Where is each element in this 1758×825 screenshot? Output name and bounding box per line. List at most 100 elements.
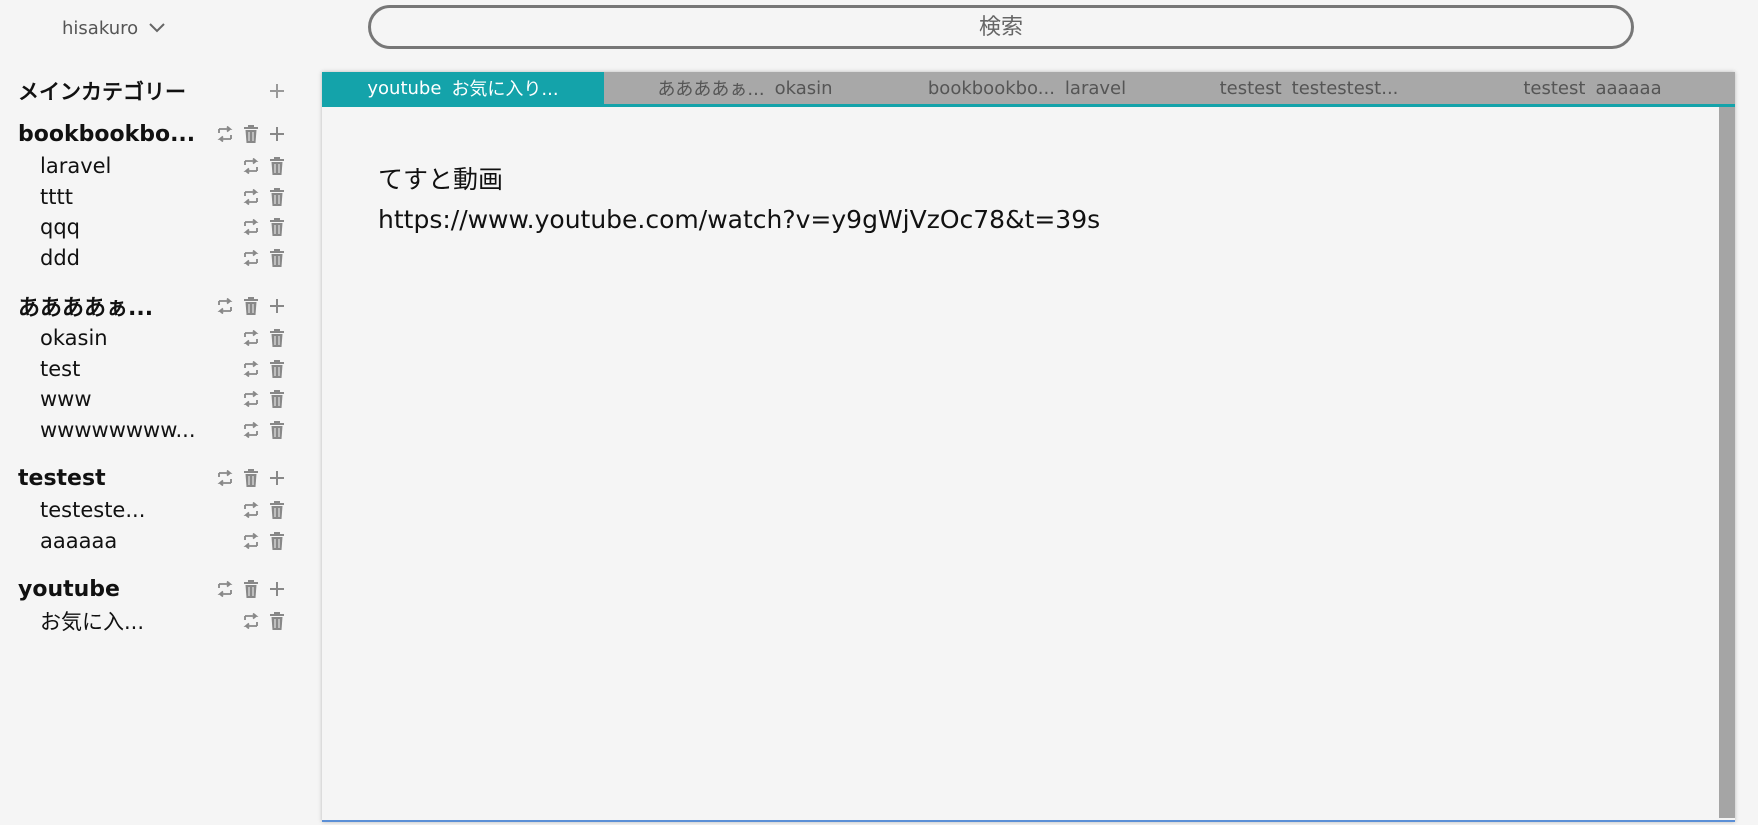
category-actions — [214, 295, 288, 317]
category-name[interactable]: bookbookbo... — [18, 122, 195, 147]
rename-subcategory-button[interactable] — [240, 327, 262, 349]
note-content[interactable]: てすと動画 https://www.youtube.com/watch?v=y9… — [378, 160, 1100, 240]
category-name[interactable]: youtube — [18, 577, 120, 602]
subcategory-name[interactable]: laravel — [40, 154, 111, 178]
trash-icon — [243, 580, 259, 598]
subcategory-name[interactable]: お気に入... — [40, 606, 144, 636]
tab-2[interactable]: bookbookbo... laravel — [886, 72, 1168, 104]
rename-subcategory-button[interactable] — [240, 186, 262, 208]
delete-subcategory-button[interactable] — [266, 388, 288, 410]
subcategory-row[interactable]: qqq — [40, 211, 288, 243]
trash-icon — [243, 297, 259, 315]
subcategory-actions — [240, 499, 288, 521]
add-subcategory-button[interactable] — [266, 467, 288, 489]
tab-subcategory: aaaaaa — [1595, 77, 1662, 99]
subcategory-name[interactable]: ddd — [40, 246, 80, 270]
tab-1[interactable]: ああああぁ... okasin — [604, 72, 886, 104]
subcategory-actions — [240, 610, 288, 632]
subcategory-row[interactable]: laravel — [40, 150, 288, 182]
search-bar — [368, 5, 1634, 49]
rename-subcategory-button[interactable] — [240, 530, 262, 552]
add-subcategory-button[interactable] — [266, 578, 288, 600]
rename-category-button[interactable] — [214, 578, 236, 600]
subcategory-row[interactable]: aaaaaa — [40, 525, 288, 557]
subcategory-name[interactable]: okasin — [40, 326, 108, 350]
search-input[interactable] — [368, 5, 1634, 49]
delete-subcategory-button[interactable] — [266, 216, 288, 238]
subcategory-name[interactable]: aaaaaa — [40, 529, 117, 553]
category-name[interactable]: testest — [18, 466, 106, 491]
swap-arrows-icon — [242, 421, 260, 438]
main-category-header: メインカテゴリー — [18, 70, 288, 112]
category-name[interactable]: ああああぁ... — [18, 290, 153, 322]
delete-category-button[interactable] — [240, 578, 262, 600]
trash-icon — [269, 501, 285, 519]
subcategory-name[interactable]: tttt — [40, 185, 73, 209]
subcategory-row[interactable]: wwwwwwww... — [40, 414, 288, 446]
subcategory-name[interactable]: www — [40, 387, 92, 411]
scrollbar[interactable] — [1719, 107, 1735, 818]
subcategory-row[interactable]: www — [40, 383, 288, 415]
delete-subcategory-button[interactable] — [266, 358, 288, 380]
delete-subcategory-button[interactable] — [266, 530, 288, 552]
delete-subcategory-button[interactable] — [266, 610, 288, 632]
trash-icon — [269, 359, 285, 378]
delete-subcategory-button[interactable] — [266, 327, 288, 349]
subcategory-name[interactable]: testeste... — [40, 498, 145, 522]
category-actions — [214, 123, 288, 145]
delete-subcategory-button[interactable] — [266, 186, 288, 208]
rename-subcategory-button[interactable] — [240, 216, 262, 238]
tab-3[interactable]: testest testestest... — [1168, 72, 1450, 104]
subcategory-row[interactable]: testeste... — [40, 494, 288, 526]
rename-subcategory-button[interactable] — [240, 499, 262, 521]
tab-4[interactable]: testest aaaaaa — [1450, 72, 1735, 104]
tab-category: bookbookbo... — [927, 77, 1055, 99]
delete-subcategory-button[interactable] — [266, 247, 288, 269]
delete-subcategory-button[interactable] — [266, 419, 288, 441]
add-subcategory-button[interactable] — [266, 123, 288, 145]
editor-panel: youtube お気に入り... ああああぁ... okasin bookbookbo.… — [322, 72, 1735, 822]
tab-0[interactable]: youtube お気に入り... — [322, 72, 604, 104]
rename-subcategory-button[interactable] — [240, 419, 262, 441]
rename-subcategory-button[interactable] — [240, 610, 262, 632]
subcategory-row[interactable]: お気に入... — [40, 605, 288, 637]
rename-subcategory-button[interactable] — [240, 388, 262, 410]
subcategory-row[interactable]: ddd — [40, 242, 288, 274]
subcategory-row[interactable]: tttt — [40, 181, 288, 213]
subcategory-actions — [240, 155, 288, 177]
add-subcategory-button[interactable] — [266, 295, 288, 317]
trash-icon — [243, 469, 259, 487]
add-main-category-button[interactable] — [266, 80, 288, 102]
swap-arrows-icon — [242, 391, 260, 407]
delete-subcategory-button[interactable] — [266, 155, 288, 177]
delete-category-button[interactable] — [240, 295, 262, 317]
user-menu[interactable]: hisakuro — [62, 12, 166, 44]
subcategory-row[interactable]: okasin — [40, 322, 288, 354]
tab-category: testest — [1219, 77, 1282, 99]
delete-category-button[interactable] — [240, 123, 262, 145]
rename-category-button[interactable] — [214, 295, 236, 317]
tab-category: ああああぁ... — [657, 79, 765, 100]
rename-subcategory-button[interactable] — [240, 247, 262, 269]
subcategory-row[interactable]: test — [40, 353, 288, 385]
plus-icon — [269, 581, 285, 597]
subcategory-name[interactable]: wwwwwwww... — [40, 418, 196, 442]
rename-subcategory-button[interactable] — [240, 358, 262, 380]
delete-subcategory-button[interactable] — [266, 499, 288, 521]
trash-icon — [243, 125, 259, 143]
rename-category-button[interactable] — [214, 123, 236, 145]
category-actions — [214, 467, 288, 489]
swap-arrows-icon — [216, 126, 234, 142]
subcategory-name[interactable]: test — [40, 357, 80, 381]
delete-category-button[interactable] — [240, 467, 262, 489]
plus-icon — [269, 126, 285, 142]
category-row[interactable]: bookbookbo... — [18, 118, 288, 150]
subcategory-name[interactable]: qqq — [40, 215, 80, 239]
rename-category-button[interactable] — [214, 467, 236, 489]
category-row[interactable]: testest — [18, 462, 288, 494]
swap-arrows-icon — [242, 613, 260, 629]
category-row[interactable]: ああああぁ... — [18, 290, 288, 322]
rename-subcategory-button[interactable] — [240, 155, 262, 177]
subcategory-actions — [240, 530, 288, 552]
category-row[interactable]: youtube — [18, 573, 288, 605]
